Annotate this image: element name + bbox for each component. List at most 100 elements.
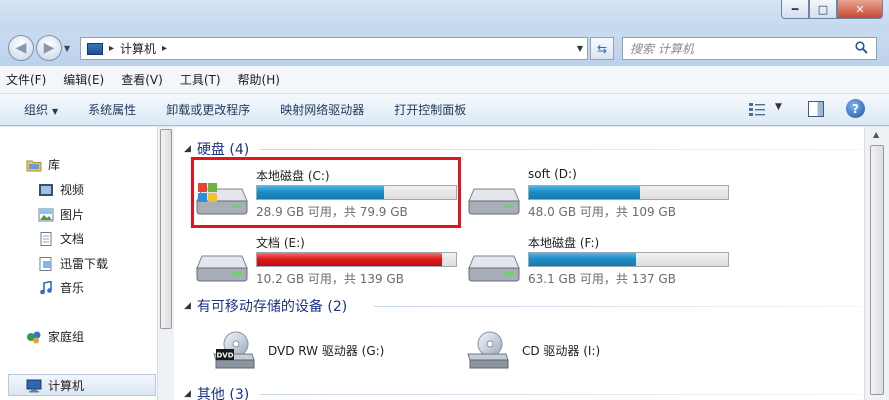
organize-label: 组织 xyxy=(24,103,49,117)
drive-name: soft (D:) xyxy=(528,167,577,181)
maximize-button[interactable]: □ xyxy=(809,0,837,19)
menu-help[interactable]: 帮助(H) xyxy=(238,71,280,88)
organize-button[interactable]: 组织 ▼ xyxy=(24,101,58,118)
title-bar: ━ □ ✕ xyxy=(0,0,889,30)
breadcrumb-computer[interactable]: 计算机 xyxy=(120,40,156,57)
drive-tile[interactable]: 本地磁盘 (F:) 63.1 GB 可用，共 137 GB xyxy=(464,234,734,286)
scroll-up-icon[interactable]: ▲ xyxy=(873,130,879,139)
drive-usage-bar xyxy=(528,252,729,267)
dvd-logo-text: DVD xyxy=(216,352,233,360)
sidebar-item-label: 计算机 xyxy=(48,379,85,393)
sidebar-item-music[interactable]: 音乐 xyxy=(38,279,84,296)
group-label: 有可移动存储的设备 (2) xyxy=(196,299,348,315)
recent-pages-dropdown[interactable]: ▼ xyxy=(64,44,70,53)
sidebar-item-label: 家庭组 xyxy=(48,330,85,344)
drive-name: 文档 (E:) xyxy=(256,236,305,250)
drive-usage-fill xyxy=(529,253,637,266)
forward-button[interactable]: ▶ xyxy=(36,35,62,61)
sidebar-item-label: 视频 xyxy=(60,183,85,197)
uninstall-program-button[interactable]: 卸载或更改程序 xyxy=(166,101,250,118)
music-note-icon xyxy=(40,280,52,294)
view-options-dropdown[interactable]: ▼ xyxy=(775,102,782,112)
homegroup-icon xyxy=(27,331,41,343)
sidebar-item-label: 库 xyxy=(48,158,61,172)
refresh-icon: ⇆ xyxy=(596,41,608,56)
device-cd-drive[interactable]: CD 驱动器 (I:) xyxy=(466,330,736,370)
hard-drive-icon xyxy=(468,188,520,215)
sidebar-scroll-thumb[interactable] xyxy=(160,129,172,329)
hard-drive-icon xyxy=(196,255,248,282)
picture-library-icon xyxy=(38,208,54,221)
drive-free-space: 10.2 GB 可用，共 139 GB xyxy=(256,272,404,286)
map-network-drive-button[interactable]: 映射网络驱动器 xyxy=(280,101,364,118)
drive-tile[interactable]: soft (D:) 48.0 GB 可用，共 109 GB xyxy=(464,167,734,219)
menu-tools[interactable]: 工具(T) xyxy=(180,71,221,88)
menu-view[interactable]: 查看(V) xyxy=(121,71,163,88)
menu-file[interactable]: 文件(F) xyxy=(6,71,46,88)
chevron-down-icon: ▼ xyxy=(52,107,59,116)
device-name: DVD RW 驱动器 (G:) xyxy=(268,343,385,358)
address-bar[interactable]: ▸ 计算机 ▸ ▼ xyxy=(80,37,588,60)
back-button[interactable]: ◀ xyxy=(8,35,34,61)
system-properties-button[interactable]: 系统属性 xyxy=(88,101,136,118)
library-folder-icon xyxy=(26,160,42,171)
group-hard-disks[interactable]: ◢ 硬盘 (4) xyxy=(184,139,249,159)
group-removable-storage[interactable]: ◢ 有可移动存储的设备 (2) xyxy=(184,296,347,316)
help-icon[interactable]: ? xyxy=(846,99,865,118)
search-icon[interactable] xyxy=(855,41,868,54)
group-divider xyxy=(374,306,860,307)
sidebar-item-thunder-downloads[interactable]: 迅雷下载 xyxy=(38,255,108,272)
sidebar-item-computer[interactable]: 计算机 xyxy=(26,377,84,394)
search-input[interactable]: 搜索 计算机 xyxy=(622,37,877,60)
dvd-drive-icon: DVD xyxy=(213,331,255,369)
drive-tile[interactable]: 文档 (E:) 10.2 GB 可用，共 139 GB xyxy=(192,234,462,286)
sidebar-item-label: 文档 xyxy=(60,232,85,246)
minimize-icon: ━ xyxy=(791,2,799,16)
breadcrumb-separator-icon[interactable]: ▸ xyxy=(109,43,114,54)
close-icon: ✕ xyxy=(855,2,865,16)
video-library-icon xyxy=(39,183,53,196)
sidebar-item-pictures[interactable]: 图片 xyxy=(38,206,84,223)
collapse-triangle-icon: ◢ xyxy=(184,144,191,154)
drive-usage-fill xyxy=(529,186,641,199)
close-button[interactable]: ✕ xyxy=(837,0,883,19)
breadcrumb-separator-icon[interactable]: ▸ xyxy=(162,43,167,54)
sidebar-item-documents[interactable]: 文档 xyxy=(38,230,84,247)
sidebar-item-label: 迅雷下载 xyxy=(60,257,109,271)
collapse-triangle-icon: ◢ xyxy=(184,301,191,311)
group-divider xyxy=(260,394,860,395)
preview-pane-icon[interactable] xyxy=(808,101,824,117)
document-library-icon xyxy=(40,231,52,246)
computer-icon xyxy=(87,42,103,55)
sidebar-scrollbar[interactable] xyxy=(157,127,174,400)
back-arrow-icon: ◀ xyxy=(15,40,27,56)
forward-arrow-icon: ▶ xyxy=(43,40,55,56)
group-other[interactable]: ◢ 其他 (3) xyxy=(184,384,249,400)
drive-name: 本地磁盘 (F:) xyxy=(528,236,600,250)
computer-icon xyxy=(26,379,42,392)
menu-edit[interactable]: 编辑(E) xyxy=(63,71,104,88)
cd-drive-icon xyxy=(467,331,509,369)
group-label: 硬盘 (4) xyxy=(196,142,250,158)
sidebar-item-label: 音乐 xyxy=(60,281,85,295)
drive-free-space: 48.0 GB 可用，共 109 GB xyxy=(528,205,676,219)
sidebar-item-homegroup[interactable]: 家庭组 xyxy=(26,328,84,345)
open-control-panel-button[interactable]: 打开控制面板 xyxy=(394,101,466,118)
maximize-icon: □ xyxy=(817,2,829,16)
hard-drive-icon xyxy=(468,255,520,282)
refresh-button[interactable]: ⇆ xyxy=(590,37,614,60)
navigation-pane: 库 视频 图片 文档 迅雷下载 音乐 家庭组 计算机 xyxy=(0,127,157,400)
device-dvd-rw-drive[interactable]: DVD DVD RW 驱动器 (G:) xyxy=(212,330,482,370)
device-name: CD 驱动器 (I:) xyxy=(522,343,601,358)
minimize-button[interactable]: ━ xyxy=(781,0,809,19)
drive-usage-bar xyxy=(256,252,457,267)
change-view-icon[interactable] xyxy=(748,101,766,117)
sidebar-item-videos[interactable]: 视频 xyxy=(38,181,84,198)
sidebar-item-libraries[interactable]: 库 xyxy=(26,156,60,173)
content-scrollbar[interactable]: ▲ xyxy=(864,127,889,400)
content-scroll-thumb[interactable] xyxy=(870,145,884,395)
address-dropdown-icon[interactable]: ▼ xyxy=(577,44,583,53)
drive-usage-fill xyxy=(257,253,443,266)
download-library-icon xyxy=(39,256,52,271)
drive-free-space: 63.1 GB 可用，共 137 GB xyxy=(528,272,676,286)
